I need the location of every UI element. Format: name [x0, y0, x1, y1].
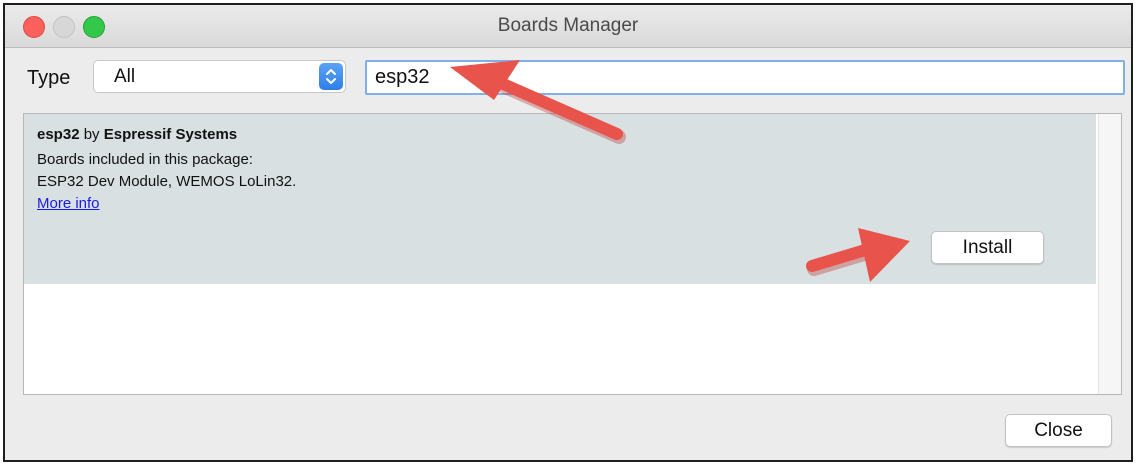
- select-stepper-icon: [319, 63, 343, 90]
- boards-list: esp32 by Espressif Systems Boards includ…: [23, 113, 1122, 395]
- item-by: by: [83, 126, 100, 143]
- search-input[interactable]: [365, 60, 1125, 95]
- item-heading: esp32 by Espressif Systems: [37, 126, 237, 143]
- boards-manager-window: Boards Manager Type All esp32 by Espress…: [3, 3, 1133, 462]
- title-bar: Boards Manager: [5, 5, 1131, 48]
- item-description: Boards included in this package:: [37, 151, 253, 168]
- item-name: esp32: [37, 126, 80, 143]
- type-label: Type: [27, 67, 71, 89]
- item-author: Espressif Systems: [103, 126, 238, 143]
- item-boards: ESP32 Dev Module, WEMOS LoLin32.: [37, 173, 297, 190]
- list-scrollbar[interactable]: [1098, 114, 1121, 394]
- close-button[interactable]: Close: [1005, 414, 1112, 447]
- type-select-value: All: [114, 66, 136, 87]
- install-button[interactable]: Install: [931, 231, 1044, 264]
- window-title: Boards Manager: [497, 15, 639, 36]
- more-info-link[interactable]: More info: [37, 195, 100, 212]
- list-item-esp32[interactable]: esp32 by Espressif Systems Boards includ…: [24, 114, 1096, 284]
- type-select[interactable]: All: [93, 60, 346, 93]
